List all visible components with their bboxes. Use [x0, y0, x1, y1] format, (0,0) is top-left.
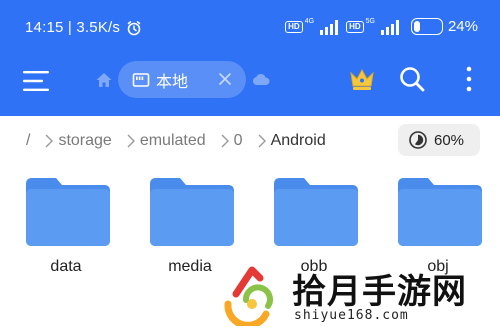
breadcrumb-item-emulated[interactable]: emulated: [112, 132, 206, 150]
chevron-right-icon: [221, 134, 229, 148]
network-type-sim1: 4G: [304, 18, 315, 25]
battery-level: [413, 21, 421, 32]
more-vertical-icon[interactable]: [462, 65, 476, 93]
home-icon[interactable]: [95, 71, 113, 89]
folder-name: data: [50, 258, 82, 275]
chevron-right-icon: [45, 134, 54, 148]
app-toolbar: 本地: [0, 58, 500, 116]
status-time: 14:15 | 3.5K/s: [25, 19, 142, 36]
chevron-right-icon: [258, 134, 266, 148]
watermark-title: 拾月手游网: [292, 272, 467, 312]
alarm-clock-icon: [127, 20, 141, 35]
sd-card-icon: [132, 72, 150, 87]
folder-icon: [150, 178, 234, 246]
search-icon[interactable]: [398, 65, 426, 93]
folder-icon: [274, 178, 358, 246]
folder-item-data[interactable]: data: [22, 166, 122, 286]
watermark-logo: [224, 266, 273, 326]
close-icon[interactable]: [218, 72, 232, 86]
signal-bars-icon: [380, 19, 399, 35]
chevron-right-icon: [127, 134, 135, 148]
hd-badge-sim2: HD: [346, 20, 364, 33]
cloud-icon[interactable]: [252, 72, 270, 86]
breadcrumb-item-storage[interactable]: storage: [30, 132, 112, 150]
crown-icon[interactable]: [348, 66, 376, 92]
battery-percent: 24%: [447, 18, 478, 35]
folder-icon: [398, 178, 482, 246]
storage-usage-text: 60%: [434, 131, 465, 149]
battery-icon: [410, 18, 443, 35]
hd-badge-sim1: HD: [285, 20, 303, 33]
location-label: 本地: [156, 71, 189, 91]
breadcrumb-label: 0: [233, 132, 243, 149]
breadcrumb-label: Android: [270, 132, 326, 149]
breadcrumb-item-0[interactable]: 0: [206, 132, 243, 150]
time-speed-text: 14:15 | 3.5K/s: [25, 19, 121, 36]
watermark-url: shiyue168.com: [294, 308, 409, 323]
pie-chart-icon: [409, 131, 427, 149]
breadcrumb-label: emulated: [139, 132, 206, 149]
network-type-sim2: 5G: [365, 18, 375, 25]
breadcrumb-item-android[interactable]: Android: [243, 132, 326, 150]
location-chip[interactable]: 本地: [118, 61, 246, 98]
hamburger-menu-icon[interactable]: [22, 67, 50, 95]
storage-usage-badge[interactable]: 60%: [398, 124, 480, 156]
site-watermark: 拾月手游网 shiyue168.com: [222, 260, 500, 329]
breadcrumb-label: storage: [58, 132, 112, 149]
signal-bars-icon: [320, 19, 339, 35]
status-indicators: HD 4G HD 5G 24%: [285, 18, 478, 35]
folder-icon: [26, 178, 110, 246]
status-bar: 14:15 | 3.5K/s HD 4G HD 5G 24%: [0, 0, 500, 58]
